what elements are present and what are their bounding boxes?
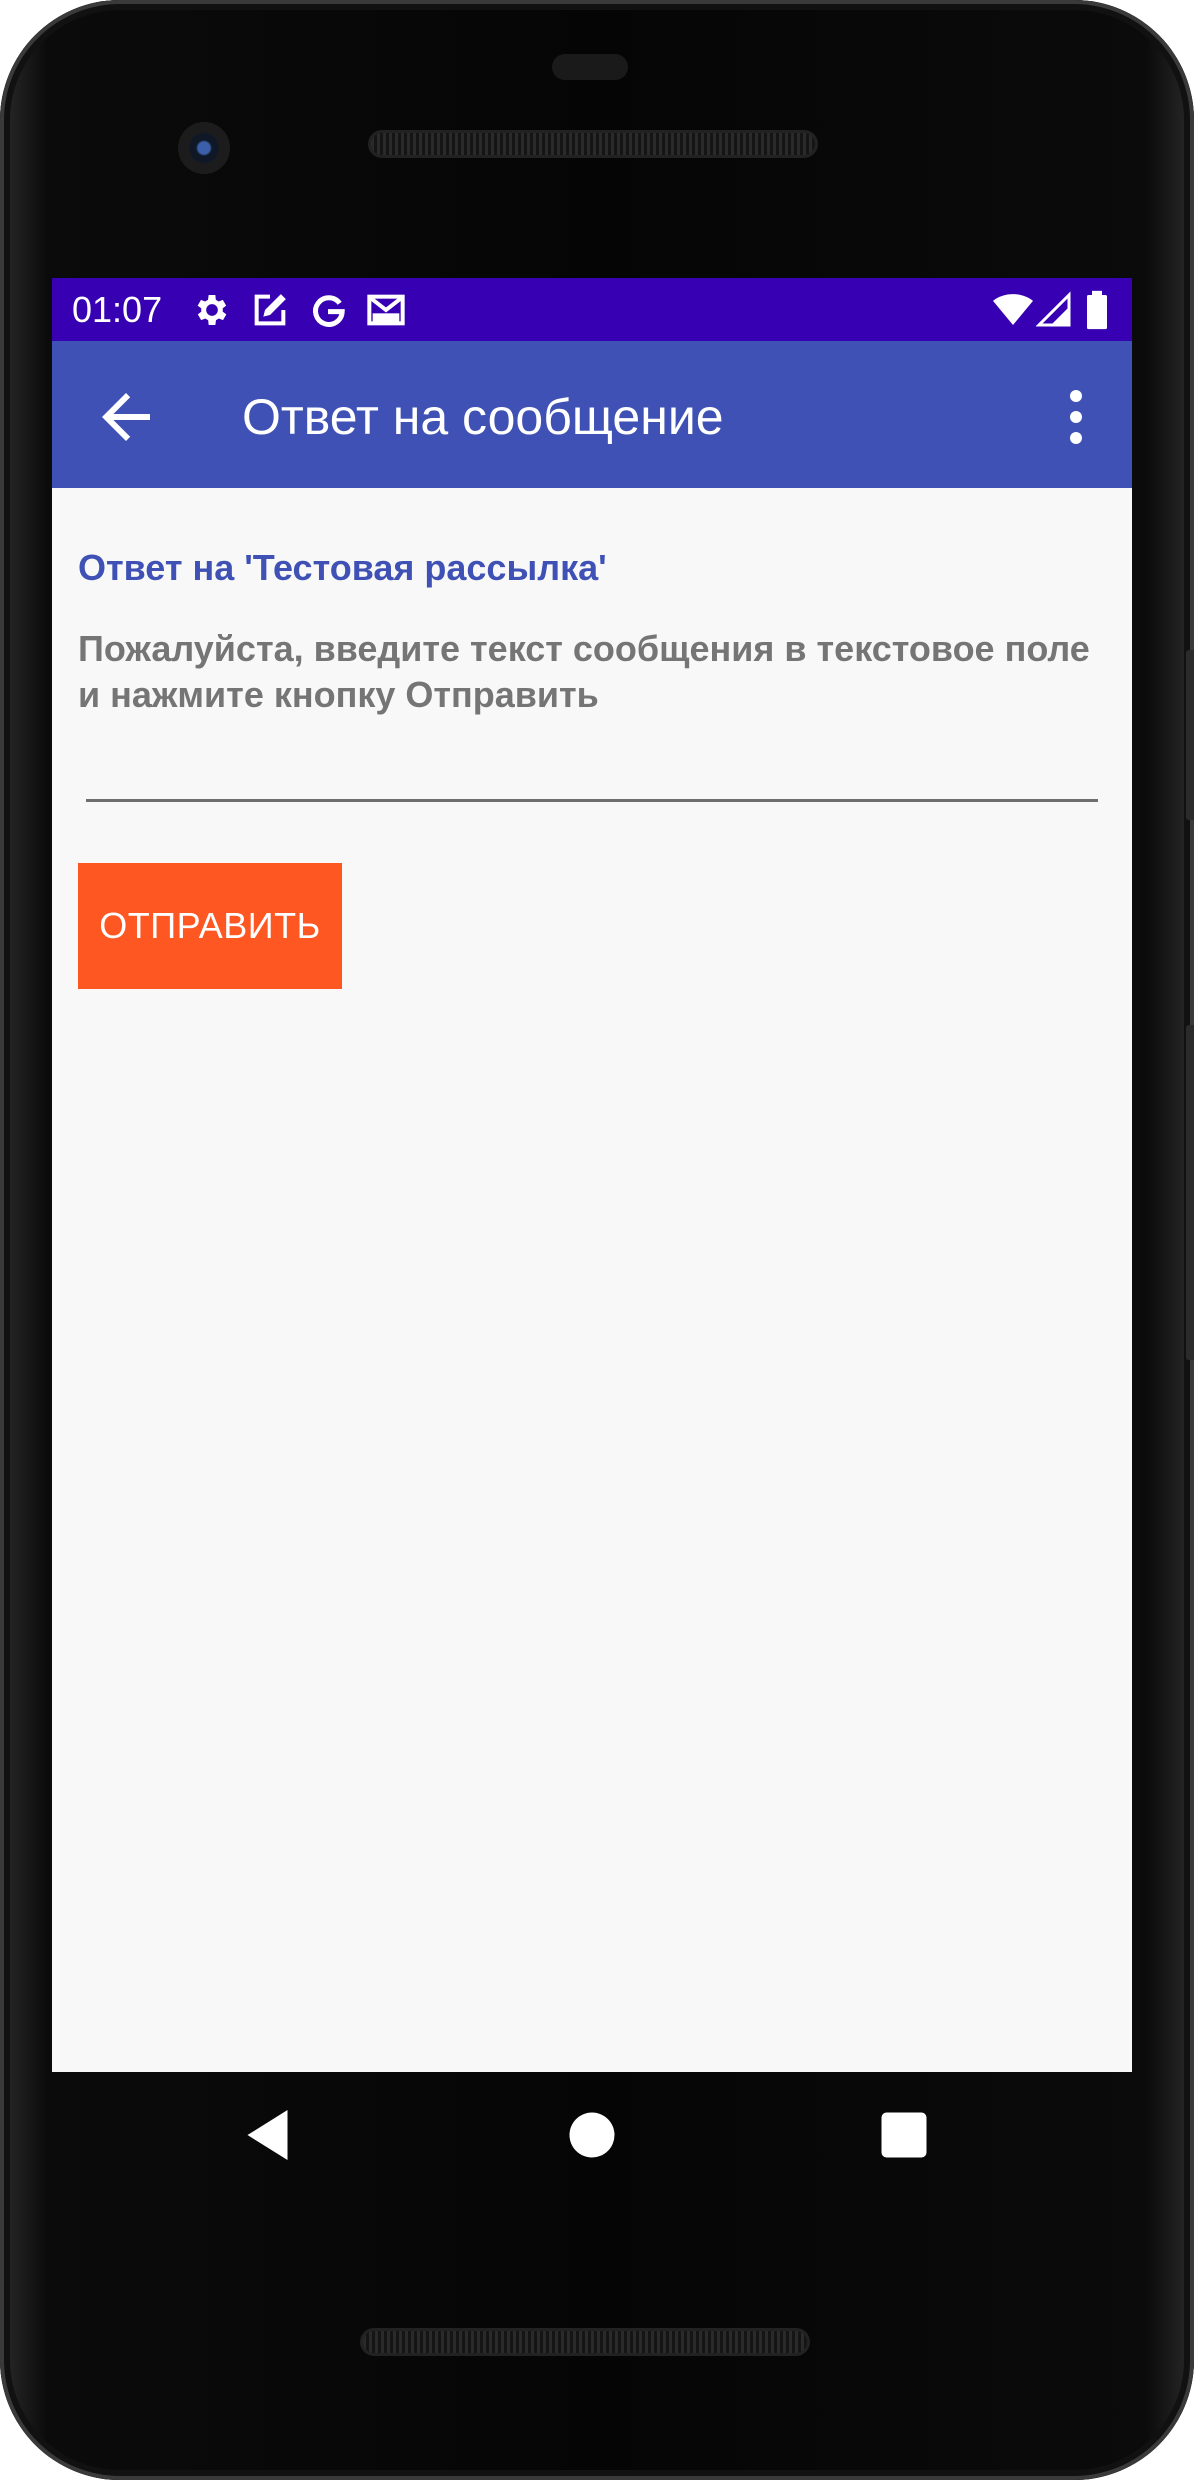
battery-icon	[1087, 290, 1107, 330]
gmail-icon	[367, 294, 405, 326]
status-time: 01:07	[72, 289, 163, 330]
front-camera	[178, 122, 230, 174]
reply-subject-title: Ответ на 'Тестовая рассылка'	[78, 547, 607, 588]
sensor-notch	[552, 54, 628, 80]
cell-signal-icon	[1036, 291, 1071, 327]
back-arrow-icon[interactable]	[90, 381, 162, 453]
app-bar: Ответ на сообщение	[52, 341, 1132, 488]
earpiece-speaker	[368, 130, 818, 158]
recents-square-icon[interactable]	[874, 2105, 934, 2165]
send-button[interactable]: ОТПРАВИТЬ	[78, 863, 342, 989]
navigation-bar	[52, 2072, 1132, 2198]
google-g-icon	[313, 295, 345, 327]
message-input[interactable]	[86, 738, 1098, 802]
gear-icon	[197, 295, 227, 325]
edit-square-icon	[254, 294, 286, 326]
phone-frame: 01:07 Ответ на сообщение Ответ на 'Тесто…	[0, 0, 1194, 2480]
message-field-container	[86, 738, 1098, 804]
wifi-icon	[993, 294, 1033, 325]
volume-button	[1186, 1025, 1194, 1360]
overflow-menu-icon[interactable]	[1040, 381, 1112, 453]
back-triangle-icon[interactable]	[240, 2105, 300, 2165]
screen: 01:07 Ответ на сообщение Ответ на 'Тесто…	[52, 278, 1132, 2072]
power-button	[1186, 650, 1194, 820]
status-bar: 01:07	[52, 278, 1132, 341]
page-title: Ответ на сообщение	[242, 389, 724, 445]
bottom-speaker	[360, 2328, 810, 2356]
home-circle-icon[interactable]	[562, 2105, 622, 2165]
instructions-text: Пожалуйста, введите текст сообщения в те…	[78, 628, 1090, 715]
